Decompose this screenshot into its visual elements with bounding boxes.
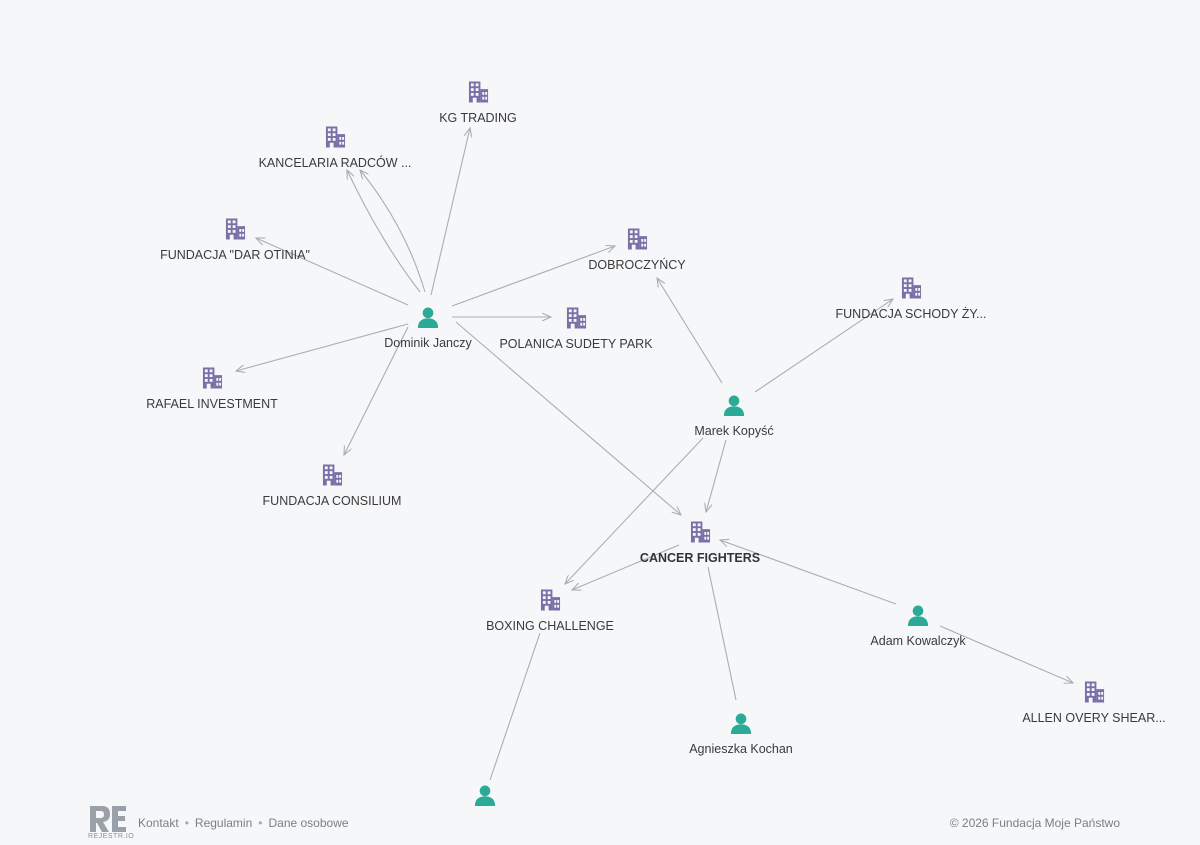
footer-link-contact[interactable]: Kontakt bbox=[138, 816, 179, 830]
edge-agnieszka-cancer bbox=[707, 566, 737, 701]
building-icon bbox=[690, 521, 711, 543]
building-icon bbox=[468, 81, 489, 103]
node-allen[interactable]: ALLEN OVERY SHEAR... bbox=[1022, 681, 1166, 726]
footer: REJESTR.IO Kontakt • Regulamin • Dane osobow… bbox=[0, 800, 1200, 844]
edge-dominik-kancelaria bbox=[360, 170, 426, 293]
node-boxing[interactable]: BOXING CHALLENGE bbox=[486, 589, 614, 634]
building-icon bbox=[540, 589, 561, 611]
node-label: BOXING CHALLENGE bbox=[486, 619, 614, 633]
edge-dominik-dobro bbox=[451, 246, 615, 307]
node-marek[interactable]: Marek Kopyść bbox=[694, 395, 774, 438]
building-icon bbox=[325, 126, 346, 148]
person-icon bbox=[417, 307, 439, 328]
building-icon bbox=[627, 228, 648, 250]
node-label: Dominik Janczy bbox=[384, 336, 472, 350]
node-schody[interactable]: FUNDACJA SCHODY ŻY... bbox=[836, 277, 987, 322]
node-label: KG TRADING bbox=[439, 111, 517, 125]
node-consilium[interactable]: FUNDACJA CONSILIUM bbox=[263, 464, 402, 509]
node-label: DOBROCZYŃCY bbox=[588, 257, 686, 272]
building-icon bbox=[901, 277, 922, 299]
node-label: ALLEN OVERY SHEAR... bbox=[1022, 711, 1165, 725]
building-icon bbox=[1084, 681, 1105, 703]
node-polanica[interactable]: POLANICA SUDETY PARK bbox=[499, 307, 653, 352]
person-icon bbox=[907, 605, 929, 626]
node-kg[interactable]: KG TRADING bbox=[439, 81, 517, 126]
node-label: FUNDACJA CONSILIUM bbox=[263, 494, 402, 508]
node-cancer[interactable]: CANCER FIGHTERS bbox=[640, 521, 760, 566]
node-label: Marek Kopyść bbox=[694, 424, 773, 438]
node-label: FUNDACJA "DAR OTINIA" bbox=[160, 248, 310, 262]
footer-link-terms[interactable]: Regulamin bbox=[195, 816, 252, 830]
logo-caption: REJESTR.IO bbox=[88, 833, 135, 840]
building-icon bbox=[322, 464, 343, 486]
edge-marek-dobro bbox=[657, 278, 723, 384]
node-kancelaria[interactable]: KANCELARIA RADCÓW ... bbox=[259, 126, 412, 171]
separator-dot: • bbox=[258, 816, 263, 830]
node-dominik[interactable]: Dominik Janczy bbox=[384, 307, 473, 350]
node-agnieszka[interactable]: Agnieszka Kochan bbox=[689, 713, 793, 756]
node-label: Agnieszka Kochan bbox=[689, 742, 793, 756]
building-icon bbox=[225, 218, 246, 240]
rejestr-logo[interactable]: REJESTR.IO bbox=[88, 804, 134, 842]
node-label: FUNDACJA SCHODY ŻY... bbox=[836, 307, 987, 321]
edge-dominik-kg bbox=[430, 128, 470, 296]
footer-link-privacy[interactable]: Dane osobowe bbox=[268, 816, 348, 830]
node-rafael[interactable]: RAFAEL INVESTMENT bbox=[146, 367, 278, 412]
relationship-graph[interactable]: Dominik Janczy KG TRADING KANCELARIA RADCÓ… bbox=[0, 0, 1200, 844]
edge-partial-boxing bbox=[489, 632, 541, 781]
node-label: Adam Kowalczyk bbox=[870, 634, 966, 648]
node-adam[interactable]: Adam Kowalczyk bbox=[870, 605, 966, 648]
copyright: © 2026 Fundacja Moje Państwo bbox=[949, 816, 1120, 830]
node-label: KANCELARIA RADCÓW ... bbox=[259, 155, 412, 170]
person-icon bbox=[723, 395, 745, 416]
building-icon bbox=[202, 367, 223, 389]
node-label: POLANICA SUDETY PARK bbox=[499, 337, 653, 351]
separator-dot: • bbox=[184, 816, 189, 830]
building-icon bbox=[566, 307, 587, 329]
footer-links: Kontakt • Regulamin • Dane osobowe bbox=[138, 816, 349, 830]
edge-adam-cancer bbox=[720, 540, 897, 605]
node-dar[interactable]: FUNDACJA "DAR OTINIA" bbox=[160, 218, 310, 263]
edge-dominik-rafael bbox=[236, 323, 409, 371]
node-label: RAFAEL INVESTMENT bbox=[146, 397, 278, 411]
edge-dominik-kancelaria bbox=[347, 170, 421, 293]
node-label: CANCER FIGHTERS bbox=[640, 551, 760, 565]
person-icon bbox=[730, 713, 752, 734]
edge-marek-cancer bbox=[706, 439, 727, 512]
